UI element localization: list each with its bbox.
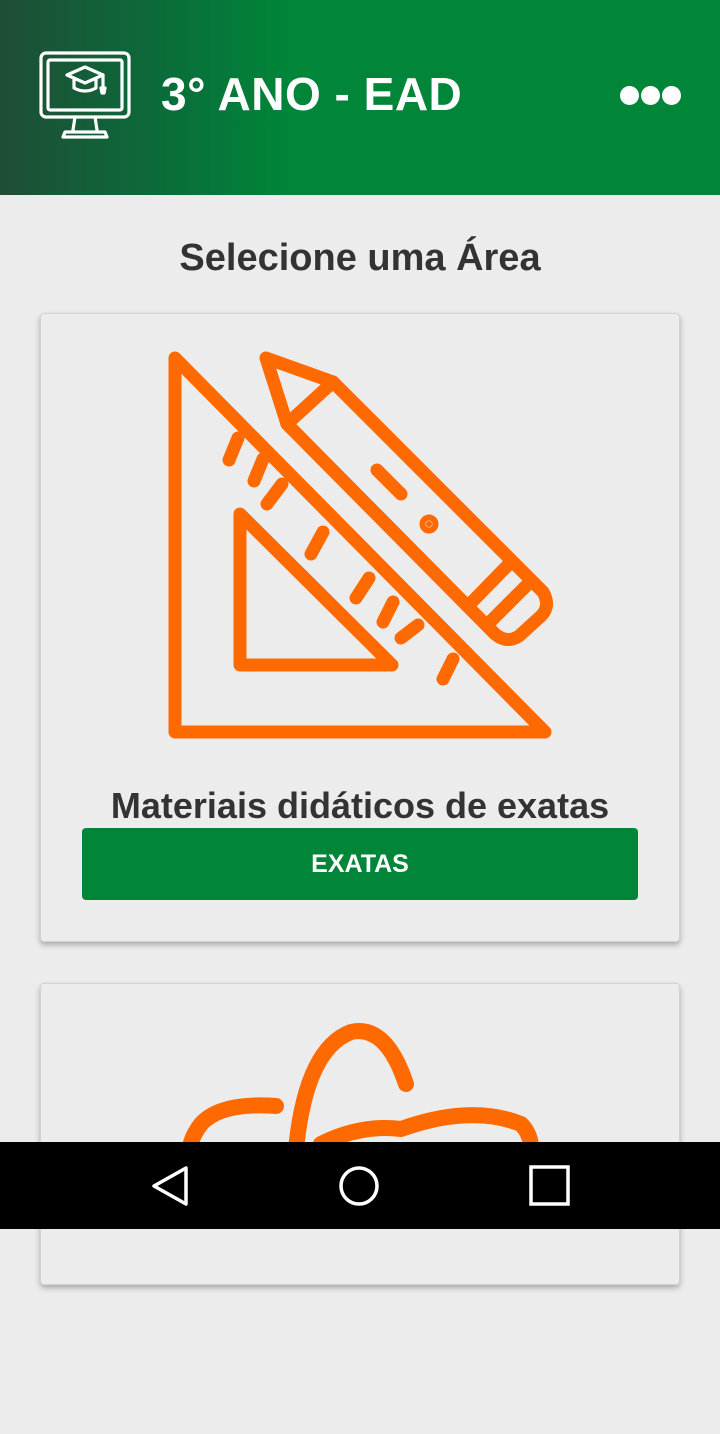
- area-card-exatas[interactable]: Materiais didáticos de exatas EXATAS: [40, 313, 680, 942]
- app-title: 3° ANO - EAD: [161, 68, 463, 120]
- more-options-button[interactable]: [612, 72, 688, 118]
- triangle-ruler-pencil-icon: [41, 314, 679, 764]
- card-description: Materiais didáticos de exatas: [110, 785, 610, 826]
- back-triangle-icon: [152, 1166, 188, 1206]
- system-navigation-bar: [0, 1142, 720, 1229]
- exatas-button[interactable]: EXATAS: [82, 828, 638, 900]
- menu-dot: [641, 86, 660, 105]
- recents-square-icon: [529, 1165, 570, 1206]
- section-title: Selecione uma Área: [179, 237, 541, 279]
- monitor-graduation-cap-icon: [38, 50, 132, 140]
- app-bar: 3° ANO - EAD: [0, 0, 720, 195]
- back-button[interactable]: [110, 1142, 230, 1229]
- menu-dot: [662, 86, 681, 105]
- home-button[interactable]: [299, 1142, 419, 1229]
- area-card-second[interactable]: [40, 983, 680, 1285]
- more-horizontal-icon: [620, 86, 639, 105]
- home-circle-icon: [339, 1166, 379, 1206]
- recents-button[interactable]: [490, 1142, 610, 1229]
